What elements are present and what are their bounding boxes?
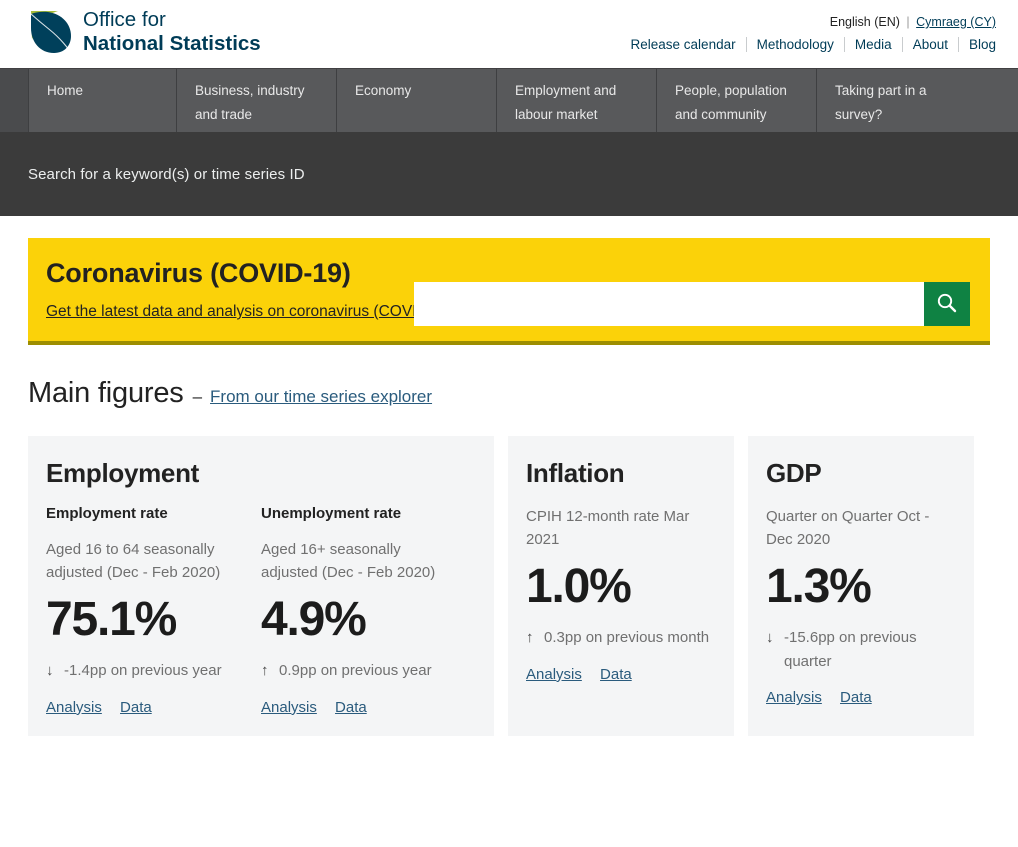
card-gdp: GDP Quarter on Quarter Oct - Dec 2020 1.… xyxy=(748,436,974,736)
metric-employment-rate: Employment rate Aged 16 to 64 seasonally… xyxy=(46,505,261,716)
utility-nav-blog[interactable]: Blog xyxy=(959,37,996,52)
metric-unemployment-rate: Unemployment rate Aged 16+ seasonally ad… xyxy=(261,505,476,716)
metric-columns: Employment rate Aged 16 to 64 seasonally… xyxy=(46,505,476,716)
language-switcher: English (EN) | Cymraeg (CY) xyxy=(830,15,996,29)
utility-nav-methodology[interactable]: Methodology xyxy=(747,37,844,52)
metric-change: ↓ -1.4pp on previous year xyxy=(46,659,251,682)
arrow-down-icon: ↓ xyxy=(46,659,64,682)
metric-links: Analysis Data xyxy=(261,699,476,716)
metric-links: Analysis Data xyxy=(766,689,956,706)
search-label: Search for a keyword(s) or time series I… xyxy=(28,166,305,183)
page-title: Main figures xyxy=(28,377,184,410)
logo-line-1: Office for xyxy=(83,8,166,31)
nav-item-home[interactable]: Home xyxy=(28,69,176,132)
metric-change-text: 0.3pp on previous month xyxy=(544,626,709,649)
metric-change-text: -15.6pp on previous quarter xyxy=(784,626,956,673)
data-link[interactable]: Data xyxy=(840,689,872,706)
metric-change-text: -1.4pp on previous year xyxy=(64,659,222,682)
metric-change: ↑ 0.9pp on previous year xyxy=(261,659,466,682)
data-link[interactable]: Data xyxy=(335,699,367,716)
utility-nav: Release calendar Methodology Media About… xyxy=(621,37,996,52)
language-separator: | xyxy=(906,15,909,29)
heading-dash: – xyxy=(193,387,202,407)
metric-subtitle: CPIH 12-month rate Mar 2021 xyxy=(526,505,716,552)
card-title: Inflation xyxy=(526,458,716,489)
metric-value: 1.3% xyxy=(766,558,956,617)
card-title: Employment xyxy=(46,458,476,489)
utility-nav-about[interactable]: About xyxy=(903,37,958,52)
metric-subtitle: Aged 16 to 64 seasonally adjusted (Dec -… xyxy=(46,538,246,585)
metric-cpih-rate: CPIH 12-month rate Mar 2021 1.0% ↑ 0.3pp… xyxy=(526,505,716,683)
time-series-explorer-link[interactable]: From our time series explorer xyxy=(210,387,432,407)
nav-item-taking-part-in-a-survey[interactable]: Taking part in a survey? xyxy=(816,69,976,132)
language-current: English (EN) xyxy=(830,15,900,29)
analysis-link[interactable]: Analysis xyxy=(526,666,582,683)
primary-navigation: Home Business, industry and trade Econom… xyxy=(0,68,1018,132)
ons-logo-icon xyxy=(28,8,74,56)
card-title: GDP xyxy=(766,458,956,489)
metric-change-text: 0.9pp on previous year xyxy=(279,659,432,682)
analysis-link[interactable]: Analysis xyxy=(46,699,102,716)
nav-item-employment-and-labour-market[interactable]: Employment and labour market xyxy=(496,69,656,132)
analysis-link[interactable]: Analysis xyxy=(261,699,317,716)
metric-links: Analysis Data xyxy=(526,666,716,683)
metric-subtitle: Quarter on Quarter Oct - Dec 2020 xyxy=(766,505,956,552)
metric-change: ↑ 0.3pp on previous month xyxy=(526,626,716,649)
utility-nav-media[interactable]: Media xyxy=(845,37,902,52)
nav-left-gutter xyxy=(0,69,28,132)
nav-item-people-population-and-community[interactable]: People, population and community xyxy=(656,69,816,132)
ons-logo-text: Office for National Statistics xyxy=(83,8,261,56)
ons-logo[interactable]: Office for National Statistics xyxy=(28,8,261,56)
nav-right-gutter xyxy=(976,69,1018,132)
language-welsh-link[interactable]: Cymraeg (CY) xyxy=(916,15,996,29)
main-figures-cards: Employment Employment rate Aged 16 to 64… xyxy=(28,436,990,736)
nav-item-business-industry-and-trade[interactable]: Business, industry and trade xyxy=(176,69,336,132)
metric-gdp-quarter: Quarter on Quarter Oct - Dec 2020 1.3% ↓… xyxy=(766,505,956,706)
utility-nav-release-calendar[interactable]: Release calendar xyxy=(621,37,746,52)
card-inflation: Inflation CPIH 12-month rate Mar 2021 1.… xyxy=(508,436,734,736)
data-link[interactable]: Data xyxy=(600,666,632,683)
logo-line-2: National Statistics xyxy=(83,32,261,56)
metric-heading: Employment rate xyxy=(46,505,261,522)
metric-links: Analysis Data xyxy=(46,699,261,716)
metric-value: 75.1% xyxy=(46,591,261,650)
metric-subtitle: Aged 16+ seasonally adjusted (Dec - Feb … xyxy=(261,538,461,585)
metric-change: ↓ -15.6pp on previous quarter xyxy=(766,626,956,673)
metric-value: 4.9% xyxy=(261,591,476,650)
arrow-down-icon: ↓ xyxy=(766,626,784,673)
search-group xyxy=(414,282,970,326)
metric-heading: Unemployment rate xyxy=(261,505,476,522)
search-bar: Search for a keyword(s) or time series I… xyxy=(0,132,1018,216)
search-submit-button[interactable] xyxy=(924,282,970,326)
analysis-link[interactable]: Analysis xyxy=(766,689,822,706)
nav-item-economy[interactable]: Economy xyxy=(336,69,496,132)
main-figures-heading: Main figures – From our time series expl… xyxy=(28,377,990,410)
search-icon xyxy=(936,292,958,317)
card-employment: Employment Employment rate Aged 16 to 64… xyxy=(28,436,494,736)
search-input[interactable] xyxy=(414,282,924,326)
arrow-up-icon: ↑ xyxy=(526,626,544,649)
site-header: Office for National Statistics English (… xyxy=(0,0,1018,68)
arrow-up-icon: ↑ xyxy=(261,659,279,682)
metric-value: 1.0% xyxy=(526,558,716,617)
data-link[interactable]: Data xyxy=(120,699,152,716)
